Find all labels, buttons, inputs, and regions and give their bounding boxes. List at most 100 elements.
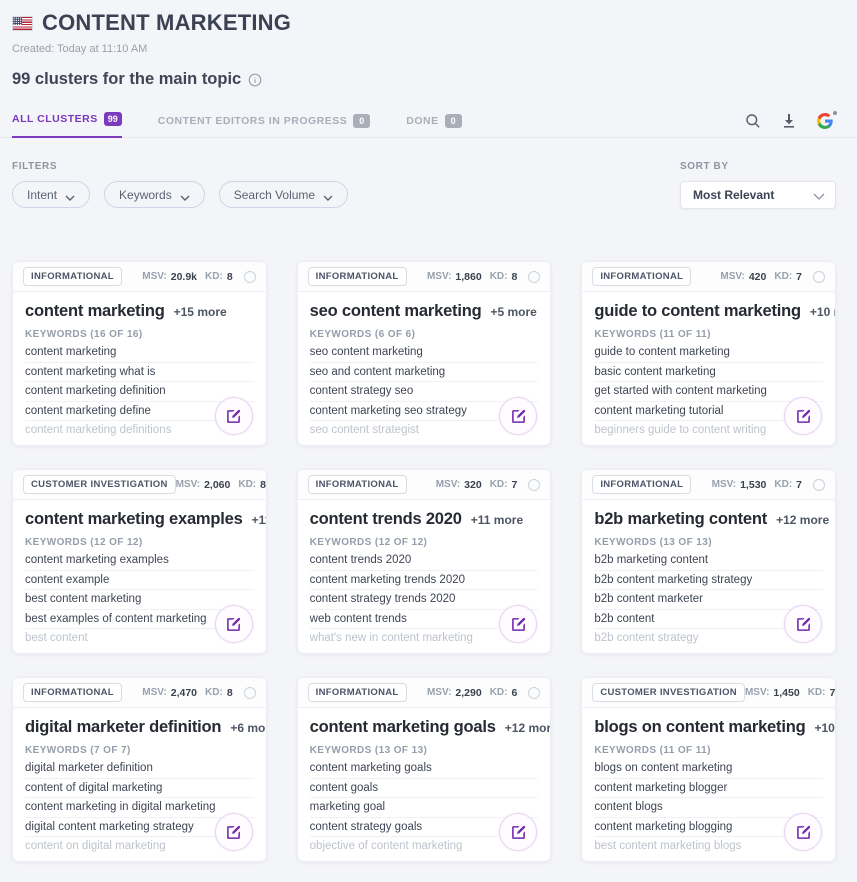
edit-cluster-button[interactable] xyxy=(215,813,253,851)
clusters-subtitle: 99 clusters for the main topic xyxy=(12,70,241,89)
msv-value: 1,530 xyxy=(740,479,766,491)
select-cluster-checkbox[interactable] xyxy=(528,687,540,699)
keyword-row: get started with content marketing xyxy=(594,382,823,402)
intent-badge: INFORMATIONAL xyxy=(308,683,407,702)
edit-cluster-button[interactable] xyxy=(784,813,822,851)
edit-cluster-button[interactable] xyxy=(215,605,253,643)
msv-label: MSV: xyxy=(427,687,451,698)
tab-all-clusters[interactable]: ALL CLUSTERS 99 xyxy=(12,106,122,138)
cluster-title: content trends 2020 xyxy=(310,510,462,529)
card-stats: MSV: 20.9k KD: 8 xyxy=(142,271,255,283)
keywords-count-label: KEYWORDS (7 OF 7) xyxy=(25,745,254,756)
card-stats: MSV: 2,290 KD: 6 xyxy=(427,687,540,699)
edit-cluster-button[interactable] xyxy=(784,397,822,435)
kd-value: 8 xyxy=(260,479,266,491)
chevron-down-icon xyxy=(813,189,825,201)
msv-value: 1,860 xyxy=(455,271,481,283)
tab-content-editors-in-progress[interactable]: CONTENT EDITORS IN PROGRESS 0 xyxy=(158,108,371,138)
keyword-row: content of digital marketing xyxy=(25,779,254,799)
cluster-card: INFORMATIONAL MSV: 1,530 KD: 7 b2b marke… xyxy=(581,469,836,654)
select-cluster-checkbox[interactable] xyxy=(244,687,256,699)
kd-value: 8 xyxy=(227,687,233,699)
edit-icon xyxy=(795,824,812,841)
kd-value: 7 xyxy=(829,687,835,699)
keyword-row: content marketing what is xyxy=(25,363,254,383)
edit-cluster-button[interactable] xyxy=(784,605,822,643)
kd-label: KD: xyxy=(205,271,223,282)
select-cluster-checkbox[interactable] xyxy=(528,479,540,491)
kd-label: KD: xyxy=(490,479,508,490)
kd-value: 7 xyxy=(511,479,517,491)
kd-value: 8 xyxy=(227,271,233,283)
more-keywords-link[interactable]: +12 more xyxy=(776,513,829,527)
msv-label: MSV: xyxy=(436,479,460,490)
tab-count-badge: 99 xyxy=(104,112,122,126)
more-keywords-link[interactable]: +6 more xyxy=(230,721,266,735)
more-keywords-link[interactable]: +10 more xyxy=(814,721,836,735)
select-cluster-checkbox[interactable] xyxy=(813,479,825,491)
more-keywords-link[interactable]: +10 more xyxy=(810,305,836,319)
cluster-title: content marketing xyxy=(25,302,165,321)
card-header: INFORMATIONAL MSV: 1,530 KD: 7 xyxy=(582,470,835,500)
kd-label: KD: xyxy=(774,479,792,490)
edit-icon xyxy=(225,616,242,633)
page-title: CONTENT MARKETING xyxy=(42,10,291,36)
card-stats: MSV: 1,530 KD: 7 xyxy=(712,479,825,491)
more-keywords-link[interactable]: +12 more xyxy=(505,721,552,735)
msv-value: 2,470 xyxy=(171,687,197,699)
filter-label: Search Volume xyxy=(234,188,315,202)
keywords-count-label: KEYWORDS (16 OF 16) xyxy=(25,329,254,340)
filter-keywords-button[interactable]: Keywords xyxy=(104,181,205,208)
keyword-row: content marketing trends 2020 xyxy=(310,571,539,591)
keyword-row: content blogs xyxy=(594,798,823,818)
keyword-row: content goals xyxy=(310,779,539,799)
select-cluster-checkbox[interactable] xyxy=(244,271,256,283)
google-icon[interactable] xyxy=(817,113,833,129)
msv-label: MSV: xyxy=(142,271,166,282)
filter-search-volume-button[interactable]: Search Volume xyxy=(219,181,348,208)
cluster-card: INFORMATIONAL MSV: 2,470 KD: 8 digital m… xyxy=(12,677,267,862)
cluster-card: INFORMATIONAL MSV: 2,290 KD: 6 content m… xyxy=(297,677,552,862)
cluster-card: INFORMATIONAL MSV: 20.9k KD: 8 content m… xyxy=(12,261,267,446)
tab-done[interactable]: DONE 0 xyxy=(406,108,461,138)
card-header: INFORMATIONAL MSV: 20.9k KD: 8 xyxy=(13,262,266,292)
keywords-count-label: KEYWORDS (12 OF 12) xyxy=(25,537,254,548)
edit-icon xyxy=(225,408,242,425)
edit-cluster-button[interactable] xyxy=(215,397,253,435)
download-icon[interactable] xyxy=(781,113,797,129)
filter-intent-button[interactable]: Intent xyxy=(12,181,90,208)
cluster-title: b2b marketing content xyxy=(594,510,767,529)
kd-value: 7 xyxy=(796,479,802,491)
more-keywords-link[interactable]: +5 more xyxy=(491,305,537,319)
keyword-row: content example xyxy=(25,571,254,591)
keyword-row: content strategy seo xyxy=(310,382,539,402)
chevron-down-icon xyxy=(180,190,190,200)
msv-value: 320 xyxy=(464,479,482,491)
intent-badge: INFORMATIONAL xyxy=(308,267,407,286)
intent-badge: CUSTOMER INVESTIGATION xyxy=(592,683,745,702)
card-stats: MSV: 1,450 KD: 7 xyxy=(745,687,836,699)
more-keywords-link[interactable]: +15 more xyxy=(174,305,227,319)
keyword-row: content marketing definition xyxy=(25,382,254,402)
edit-icon xyxy=(510,824,527,841)
tab-label: DONE xyxy=(406,115,438,127)
sort-select[interactable]: Most Relevant xyxy=(680,181,836,209)
select-cluster-checkbox[interactable] xyxy=(528,271,540,283)
header: CONTENT MARKETING Created: Today at 11:1… xyxy=(0,10,857,89)
more-keywords-link[interactable]: +11 more xyxy=(471,513,523,527)
msv-value: 2,060 xyxy=(204,479,230,491)
search-icon[interactable] xyxy=(745,113,761,129)
kd-label: KD: xyxy=(490,271,508,282)
sort-section: SORT BY Most Relevant xyxy=(680,161,836,209)
cluster-card: INFORMATIONAL MSV: 320 KD: 7 content tre… xyxy=(297,469,552,654)
notification-dot xyxy=(833,111,837,115)
card-stats: MSV: 2,470 KD: 8 xyxy=(142,687,255,699)
cluster-card: INFORMATIONAL MSV: 1,860 KD: 8 seo conte… xyxy=(297,261,552,446)
select-cluster-checkbox[interactable] xyxy=(813,271,825,283)
keyword-row: best content marketing xyxy=(25,590,254,610)
msv-value: 1,450 xyxy=(773,687,799,699)
edit-icon xyxy=(510,408,527,425)
more-keywords-link[interactable]: +11 more xyxy=(252,513,267,527)
keyword-row: content marketing in digital marketing xyxy=(25,798,254,818)
info-icon[interactable] xyxy=(248,73,262,87)
